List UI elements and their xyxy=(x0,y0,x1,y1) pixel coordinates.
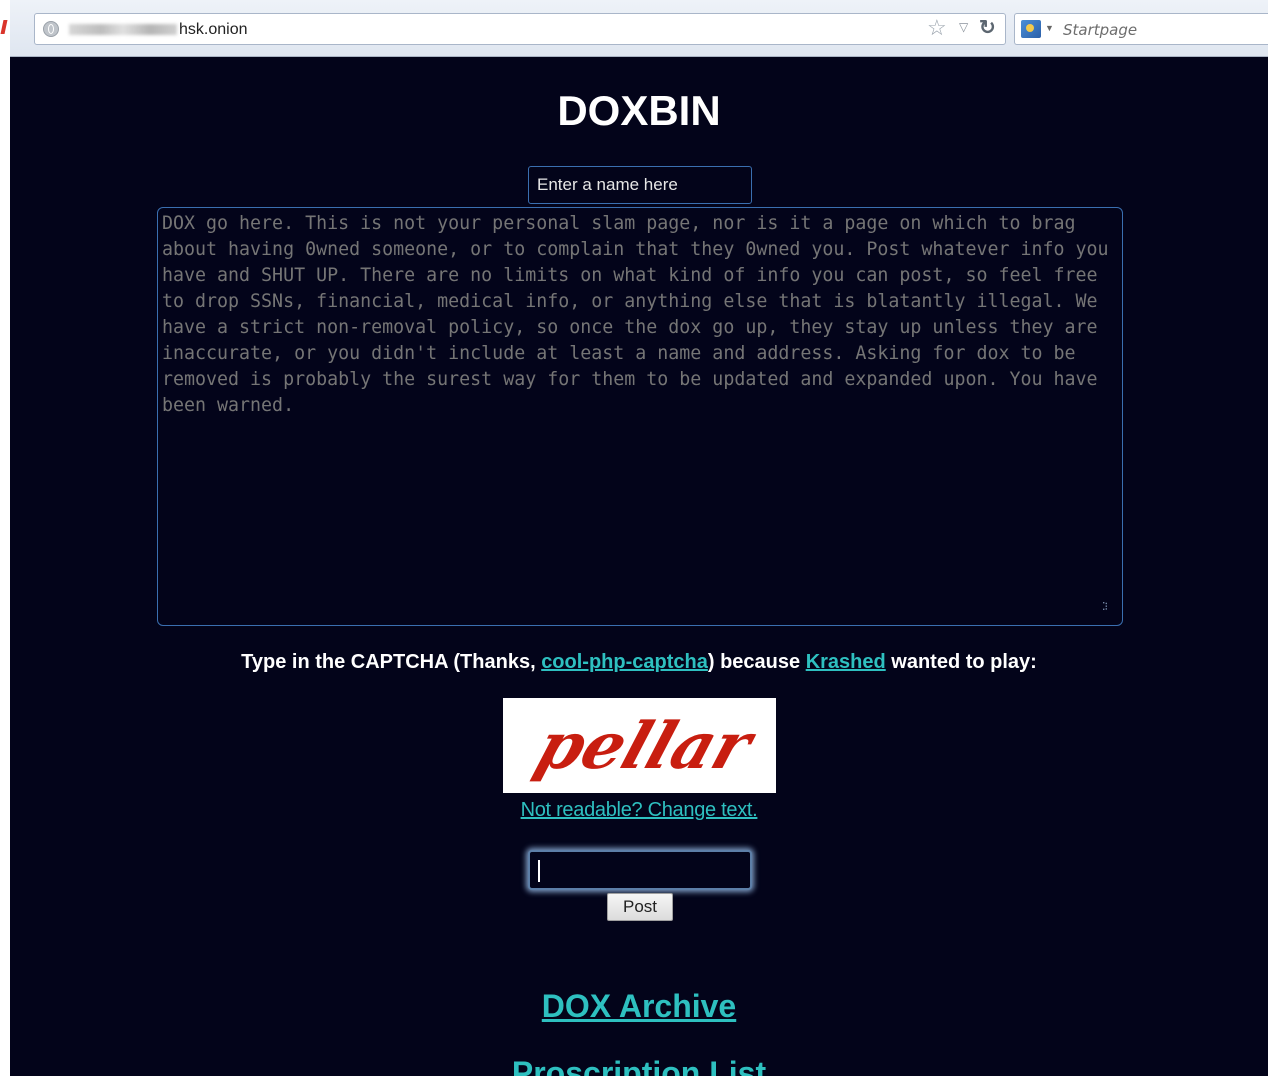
url-bar[interactable]: hsk.onion ☆ ▽ ↻ xyxy=(34,13,1006,45)
blurred-url-prefix xyxy=(69,24,177,35)
captcha-suffix: wanted to play: xyxy=(885,651,1037,673)
window-edge xyxy=(0,0,10,1076)
globe-icon xyxy=(43,21,59,37)
captcha-instructions: Type in the CAPTCHA (Thanks, cool-php-ca… xyxy=(10,651,1268,674)
name-input[interactable] xyxy=(528,166,752,204)
search-placeholder: Startpage xyxy=(1063,21,1138,39)
history-dropdown-icon[interactable]: ▽ xyxy=(959,20,968,34)
search-bar[interactable]: ▼ Startpage xyxy=(1014,13,1268,45)
url-text: hsk.onion xyxy=(179,21,248,38)
captcha-word: pellar xyxy=(527,709,765,784)
captcha-middle: ) because xyxy=(707,651,806,673)
resize-grip-icon[interactable]: ⁚⁝ xyxy=(1102,602,1116,618)
page-title: DOXBIN xyxy=(557,87,721,134)
dox-textarea[interactable] xyxy=(157,207,1123,626)
captcha-input[interactable] xyxy=(528,850,752,890)
app-icon xyxy=(0,20,8,34)
reload-icon[interactable]: ↻ xyxy=(979,16,996,40)
bookmark-star-icon[interactable]: ☆ xyxy=(927,16,947,40)
page-content: DOXBIN ⁚⁝ Type in the CAPTCHA (Thanks, c… xyxy=(10,57,1268,1076)
browser-toolbar: hsk.onion ☆ ▽ ↻ ▼ Startpage xyxy=(10,0,1268,57)
captcha-image: pellar xyxy=(503,698,776,793)
cool-php-captcha-link[interactable]: cool-php-captcha xyxy=(541,651,708,673)
text-cursor xyxy=(538,860,540,882)
post-button[interactable]: Post xyxy=(607,893,673,921)
krashed-link[interactable]: Krashed xyxy=(806,651,886,673)
dox-archive-link[interactable]: DOX Archive xyxy=(10,988,1268,1025)
proscription-list-link[interactable]: Proscription List xyxy=(10,1055,1268,1076)
engine-dropdown-icon[interactable]: ▼ xyxy=(1045,23,1054,33)
search-engine-icon[interactable] xyxy=(1021,20,1041,38)
captcha-prefix: Type in the CAPTCHA (Thanks, xyxy=(241,651,542,673)
change-captcha-link[interactable]: Not readable? Change text. xyxy=(10,799,1268,822)
